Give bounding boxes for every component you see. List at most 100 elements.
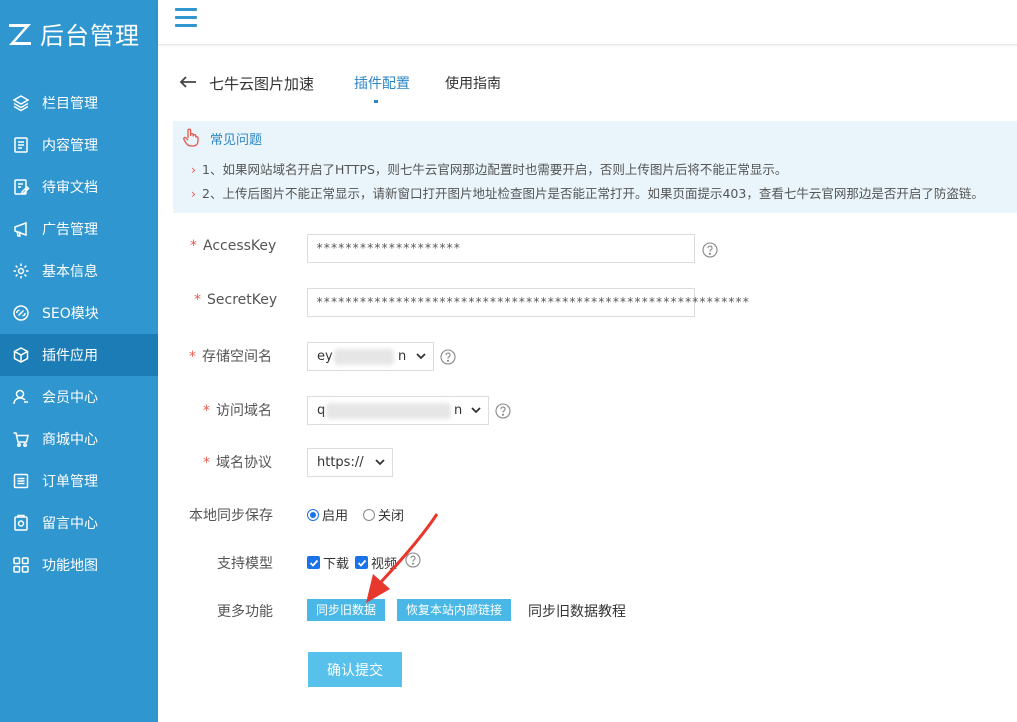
sidebar-item-label: SEO模块 [42, 306, 99, 322]
pointing-hand-icon [183, 128, 199, 147]
chevron-down-icon [375, 459, 385, 466]
model-video-checkbox[interactable]: 视频 [355, 553, 397, 572]
bucket-select-value-start: ey [317, 349, 333, 364]
local-sync-label: 本地同步保存 [189, 508, 273, 524]
sidebar: 后台管理 栏目管理 内容管理 待审文档 广告管理 基本信息 SEO模块 插件应用… [0, 0, 158, 722]
faq-item: › 1、如果网站域名开启了HTTPS，则七牛云官网那边配置时也需要开启，否则上传图… [191, 159, 787, 178]
menu-toggle-icon[interactable] [175, 8, 197, 28]
app-title: 后台管理 [40, 22, 140, 50]
bullet-icon: › [191, 186, 196, 201]
sidebar-item-label: 商城中心 [42, 432, 98, 448]
sidebar-item-label: 栏目管理 [42, 96, 98, 112]
radio-unchecked-icon [363, 508, 375, 521]
required-mark: * [189, 349, 196, 365]
redacted-region [326, 403, 451, 419]
sidebar-item-shop[interactable]: 商城中心 [0, 418, 158, 460]
sidebar-item-label: 内容管理 [42, 138, 98, 154]
faq-panel: 常见问题 › 1、如果网站域名开启了HTTPS，则七牛云官网那边配置时也需要开启，… [173, 121, 1017, 213]
active-tab-indicator [374, 100, 378, 103]
edit-document-icon [12, 178, 30, 196]
help-icon[interactable] [405, 552, 421, 568]
sync-tutorial-link[interactable]: 同步旧数据教程 [528, 601, 626, 621]
domain-label-text: 访问域名 [216, 403, 272, 419]
radio-label: 关闭 [378, 509, 405, 524]
more-features-label: 更多功能 [217, 604, 273, 620]
sidebar-item-label: 插件应用 [42, 348, 98, 364]
sidebar-item-ads[interactable]: 广告管理 [0, 208, 158, 250]
restore-internal-links-button[interactable]: 恢复本站内部链接 [397, 599, 512, 621]
faq-item: › 2、上传后图片不能正常显示，请新窗口打开图片地址检查图片是否能正常打开。如果页… [191, 183, 984, 202]
protocol-label: * 域名协议 [203, 452, 272, 472]
ad-icon [12, 220, 30, 238]
required-mark: * [203, 403, 210, 419]
submit-button[interactable]: 确认提交 [308, 652, 402, 687]
required-mark: * [194, 292, 201, 308]
chevron-down-icon [416, 353, 426, 360]
sync-old-data-button[interactable]: 同步旧数据 [307, 599, 386, 621]
help-icon[interactable] [702, 242, 718, 258]
document-icon [12, 136, 30, 154]
access-key-label-text: AccessKey [203, 238, 277, 254]
sidebar-item-pending-docs[interactable]: 待审文档 [0, 166, 158, 208]
checkbox-checked-icon [355, 556, 368, 569]
sidebar-item-label: 广告管理 [42, 222, 98, 238]
gear-icon [12, 262, 30, 280]
page-title: 七牛云图片加速 [209, 75, 315, 93]
user-icon [12, 388, 30, 406]
domain-label: * 访问域名 [203, 400, 272, 420]
access-key-input[interactable]: ******************** [307, 234, 695, 263]
sidebar-item-orders[interactable]: 订单管理 [0, 460, 158, 502]
sidebar-item-feature-map[interactable]: 功能地图 [0, 544, 158, 586]
help-icon[interactable] [495, 403, 511, 419]
checkbox-checked-icon [307, 556, 320, 569]
help-icon[interactable] [440, 349, 456, 365]
secret-key-label: * SecretKey [194, 292, 277, 308]
sidebar-item-label: 功能地图 [42, 558, 98, 574]
tab-usage-guide[interactable]: 使用指南 [445, 73, 501, 93]
tab-plugin-config[interactable]: 插件配置 [354, 73, 410, 93]
cube-icon [12, 346, 30, 364]
radio-label: 启用 [322, 509, 349, 524]
bucket-select[interactable]: ey n [307, 342, 434, 371]
back-arrow-icon[interactable] [178, 74, 198, 90]
local-sync-enable-radio[interactable]: 启用 [307, 505, 348, 524]
faq-item-text: 1、如果网站域名开启了HTTPS，则七牛云官网那边配置时也需要开启，否则上传图片… [202, 162, 788, 177]
sidebar-item-label: 会员中心 [42, 390, 98, 406]
page-header: 七牛云图片加速 插件配置 使用指南 [158, 60, 1017, 104]
required-mark: * [190, 238, 197, 254]
checkbox-label: 下载 [323, 557, 350, 572]
sidebar-item-plugins[interactable]: 插件应用 [0, 334, 158, 376]
logo: 后台管理 [6, 16, 140, 51]
grid-icon [12, 556, 30, 574]
secret-key-label-text: SecretKey [207, 292, 278, 308]
redacted-region [334, 349, 394, 365]
chevron-down-icon [471, 407, 481, 414]
sidebar-item-columns[interactable]: 栏目管理 [0, 82, 158, 124]
protocol-label-text: 域名协议 [216, 455, 272, 471]
logo-z-icon [9, 23, 31, 45]
model-download-checkbox[interactable]: 下载 [307, 553, 349, 572]
protocol-select-value: https:// [317, 455, 364, 470]
faq-item-text: 2、上传后图片不能正常显示，请新窗口打开图片地址检查图片是否能正常打开。如果页面… [202, 186, 984, 201]
layers-icon [12, 94, 30, 112]
sidebar-item-basic-info[interactable]: 基本信息 [0, 250, 158, 292]
faq-title: 常见问题 [210, 133, 263, 148]
sidebar-item-messages[interactable]: 留言中心 [0, 502, 158, 544]
top-bar [158, 0, 1017, 45]
sidebar-item-seo[interactable]: SEO模块 [0, 292, 158, 334]
message-icon [12, 514, 30, 532]
domain-select[interactable]: q n [307, 396, 489, 425]
local-sync-disable-radio[interactable]: 关闭 [363, 505, 404, 524]
access-key-label: * AccessKey [190, 238, 276, 254]
sidebar-item-label: 订单管理 [42, 474, 98, 490]
sidebar-item-content[interactable]: 内容管理 [0, 124, 158, 166]
secret-key-input[interactable]: ****************************************… [307, 288, 749, 317]
sidebar-item-members[interactable]: 会员中心 [0, 376, 158, 418]
sidebar-item-label: 待审文档 [42, 180, 98, 196]
bucket-select-value-end: n [398, 349, 407, 364]
bucket-label: * 存储空间名 [189, 346, 272, 366]
sidebar-item-label: 基本信息 [42, 264, 98, 280]
bucket-label-text: 存储空间名 [202, 349, 272, 365]
protocol-select[interactable]: https:// [307, 448, 393, 477]
domain-select-value-start: q [317, 403, 326, 418]
